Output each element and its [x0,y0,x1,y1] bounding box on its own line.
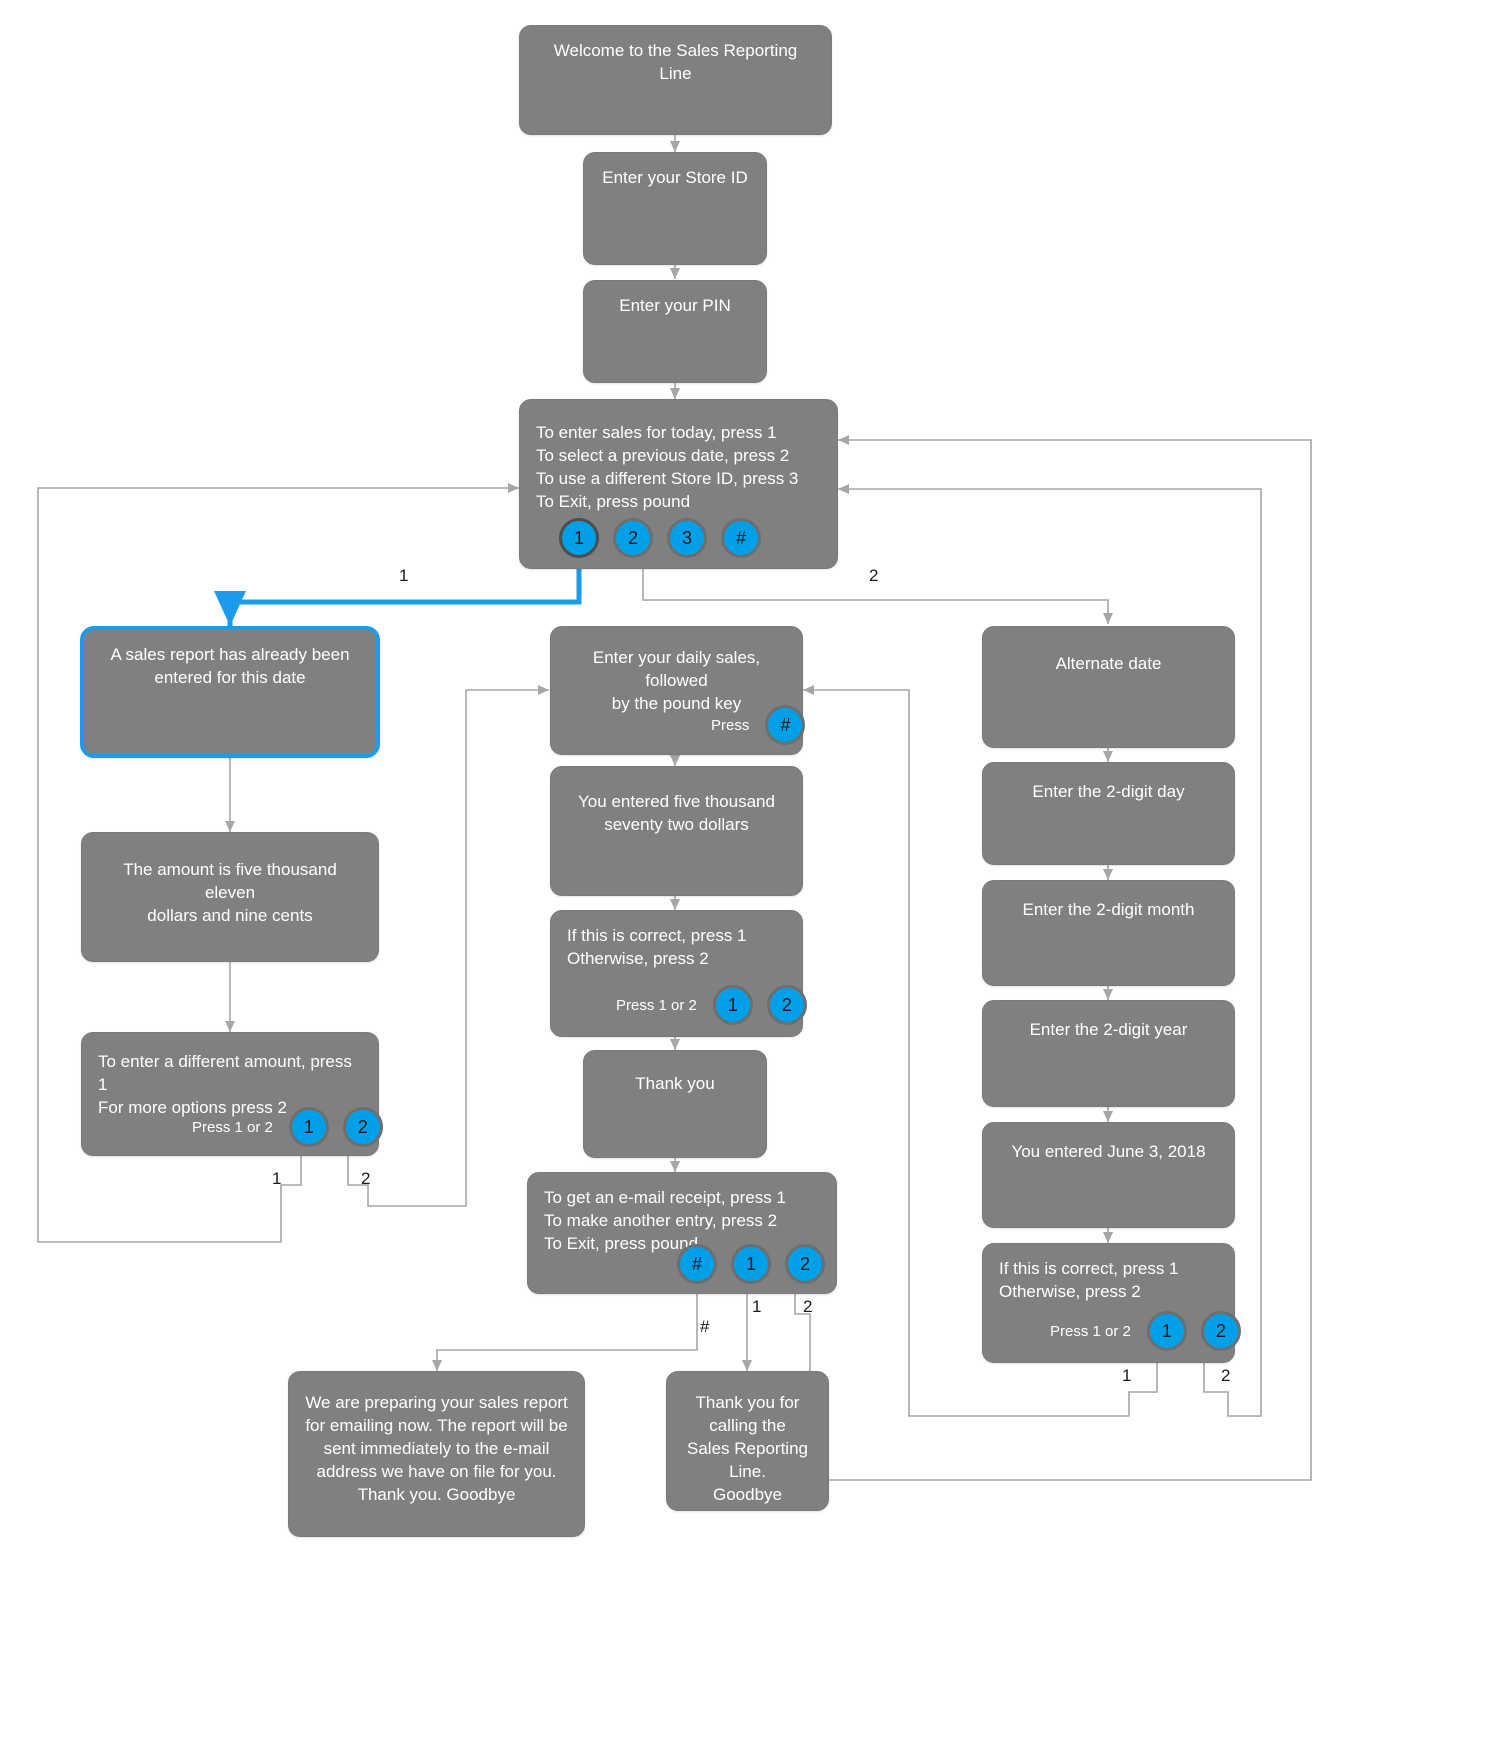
node-thank-you-text: Thank you [635,1074,715,1093]
flowchart-canvas: Welcome to the Sales Reporting Line Ente… [0,0,1500,1744]
key-hash[interactable]: # [677,1244,717,1284]
main-menu-keypad: 1 2 3 # [559,518,761,558]
different-amount-keypad: Press 1 or 2 1 2 [192,1107,383,1147]
node-day[interactable]: Enter the 2-digit day [982,762,1235,865]
node-store-id-text: Enter your Store ID [602,168,748,187]
node-amount-is[interactable]: The amount is five thousand eleven dolla… [81,832,379,962]
node-pin-text: Enter your PIN [619,296,731,315]
node-already-entered[interactable]: A sales report has already been entered … [80,626,380,758]
node-confirm-date-text: If this is correct, press 1 Otherwise, p… [999,1259,1179,1301]
daily-sales-key-label: Press [711,716,750,734]
key-hash[interactable]: # [765,705,806,745]
node-year-text: Enter the 2-digit year [1029,1020,1188,1039]
node-alternate-date[interactable]: Alternate date [982,626,1235,748]
edge-label-menu-1: 1 [399,566,409,585]
edge-label-menu-2: 2 [869,566,879,585]
key-1[interactable]: 1 [1146,1311,1187,1351]
key-2[interactable]: 2 [613,518,653,558]
node-main-menu-text: To enter sales for today, press 1 To sel… [536,423,799,511]
email-menu-keypad: # 1 2 [677,1244,825,1284]
node-year[interactable]: Enter the 2-digit year [982,1000,1235,1107]
confirm-amount-key-label: Press 1 or 2 [616,996,697,1014]
node-amount-is-text: The amount is five thousand eleven dolla… [123,860,337,925]
node-month[interactable]: Enter the 2-digit month [982,880,1235,986]
edge-label-diff-amount-1: 1 [272,1169,282,1188]
key-1[interactable]: 1 [288,1107,329,1147]
key-1[interactable]: 1 [559,518,599,558]
node-you-entered-amount[interactable]: You entered five thousand seventy two do… [550,766,803,896]
node-welcome[interactable]: Welcome to the Sales Reporting Line [519,25,832,135]
edge-label-confirm-date-1: 1 [1122,1366,1132,1385]
node-you-entered-date[interactable]: You entered June 3, 2018 [982,1122,1235,1228]
edge-label-confirm-date-2: 2 [1221,1366,1231,1385]
key-2[interactable]: 2 [1200,1311,1241,1351]
key-2[interactable]: 2 [766,985,807,1025]
daily-sales-keypad: Press # [711,705,806,745]
edge-label-email-2: 2 [803,1297,813,1316]
key-hash[interactable]: # [721,518,761,558]
confirm-date-key-label: Press 1 or 2 [1050,1322,1131,1340]
node-preparing-report-text: We are preparing your sales report for e… [305,1393,568,1504]
node-welcome-text: Welcome to the Sales Reporting Line [553,41,798,83]
different-amount-key-label: Press 1 or 2 [192,1118,273,1136]
node-you-entered-amount-text: You entered five thousand seventy two do… [578,792,775,834]
key-1[interactable]: 1 [731,1244,771,1284]
edge-label-diff-amount-2: 2 [361,1169,371,1188]
node-goodbye-text: Thank you for calling the Sales Reportin… [687,1393,808,1504]
key-3[interactable]: 3 [667,518,707,558]
node-already-entered-text: A sales report has already been entered … [110,645,350,687]
key-2[interactable]: 2 [342,1107,383,1147]
edge-label-email-hash: # [700,1317,710,1336]
node-you-entered-date-text: You entered June 3, 2018 [1011,1142,1206,1161]
confirm-date-keypad: Press 1 or 2 1 2 [1050,1311,1241,1351]
node-thank-you[interactable]: Thank you [583,1050,767,1158]
confirm-amount-keypad: Press 1 or 2 1 2 [616,985,807,1025]
key-2[interactable]: 2 [785,1244,825,1284]
node-confirm-amount-text: If this is correct, press 1 Otherwise, p… [567,926,747,968]
node-alternate-date-text: Alternate date [1055,654,1162,673]
node-preparing-report[interactable]: We are preparing your sales report for e… [288,1371,585,1537]
node-day-text: Enter the 2-digit day [1032,782,1185,801]
node-month-text: Enter the 2-digit month [1022,900,1195,919]
node-store-id[interactable]: Enter your Store ID [583,152,767,265]
node-goodbye[interactable]: Thank you for calling the Sales Reportin… [666,1371,829,1511]
node-pin[interactable]: Enter your PIN [583,280,767,383]
key-1[interactable]: 1 [712,985,753,1025]
edge-label-email-1: 1 [752,1297,762,1316]
